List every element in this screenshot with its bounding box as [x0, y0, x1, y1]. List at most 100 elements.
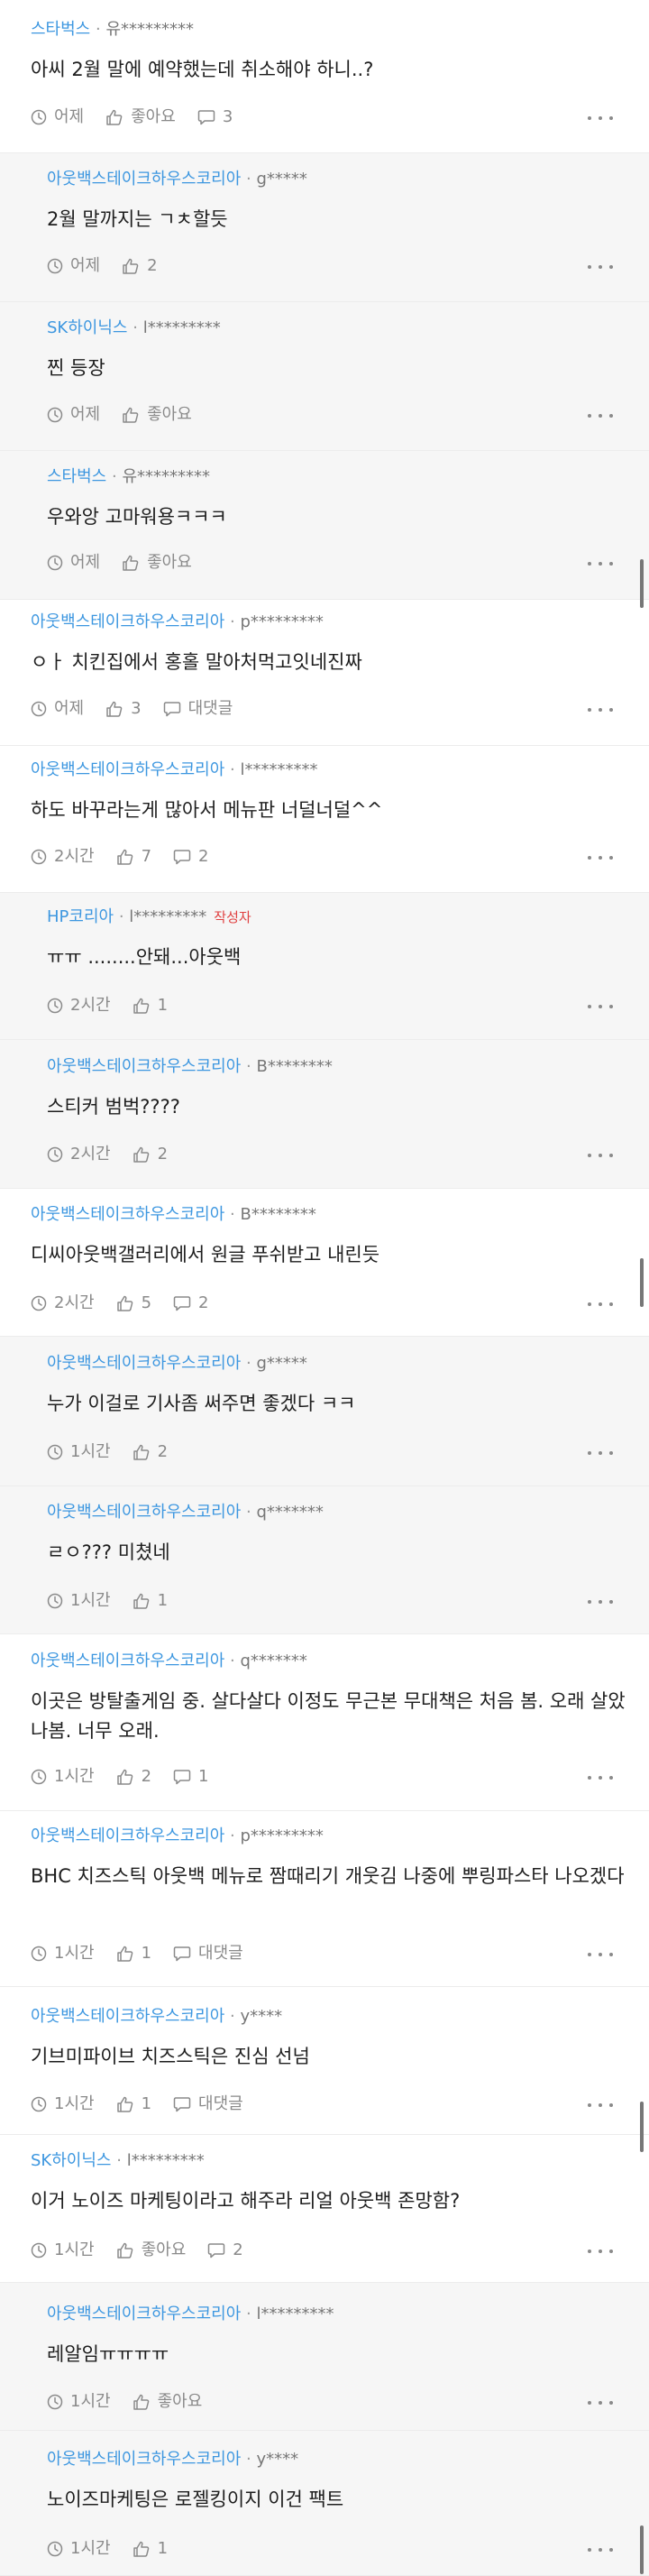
- like-button[interactable]: 2: [133, 1145, 168, 1164]
- company-link[interactable]: 스타벅스: [31, 20, 90, 39]
- speech-bubble-icon: [163, 701, 188, 717]
- comment-header: 아웃백스테이크하우스코리아 · l*********: [31, 760, 318, 780]
- clock-icon: [31, 1769, 54, 1785]
- more-dots-icon[interactable]: [588, 262, 613, 271]
- more-dots-icon[interactable]: [588, 559, 613, 568]
- speech-bubble-icon: [173, 1769, 198, 1785]
- like-button[interactable]: 좋아요: [133, 2392, 202, 2412]
- more-dots-icon[interactable]: [588, 1300, 613, 1309]
- more-dots-icon[interactable]: [588, 1597, 613, 1606]
- more-dots-icon[interactable]: [588, 1449, 613, 1458]
- company-link[interactable]: SK하이닉스: [47, 318, 127, 337]
- more-dots-icon[interactable]: [588, 1151, 613, 1160]
- scrollbar-thumb[interactable]: [640, 2102, 644, 2152]
- company-link[interactable]: HP코리아: [47, 907, 114, 926]
- comment-meta: 1시간 1 대댓글: [31, 2094, 265, 2114]
- company-link[interactable]: 아웃백스테이크하우스코리아: [47, 1354, 241, 1373]
- more-dots-icon[interactable]: [588, 853, 613, 862]
- like-count: 5: [141, 1293, 152, 1312]
- thumbs-up-icon: [122, 407, 147, 423]
- company-link[interactable]: 아웃백스테이크하우스코리아: [31, 760, 224, 779]
- reply-button[interactable]: 대댓글: [173, 2094, 243, 2114]
- like-button[interactable]: 1: [133, 996, 168, 1016]
- comment-item: 아웃백스테이크하우스코리아 · p********* ㅇㅏ 치킨집에서 홍홀 말아…: [0, 600, 649, 746]
- separator: ·: [246, 2305, 251, 2323]
- like-button[interactable]: 좋아요: [116, 2240, 186, 2260]
- comment-text: 이곳은 방탈출게임 중. 살다살다 이정도 무근본 무대책은 처음 봄. 오래 …: [31, 1690, 626, 1742]
- reply-item: 아웃백스테이크하우스코리아 · g***** 누가 이걸로 기사좀 써주면 좋겠다…: [0, 1337, 649, 1486]
- more-dots-icon[interactable]: [588, 2545, 613, 2554]
- scrollbar-thumb[interactable]: [640, 559, 644, 608]
- timestamp: 2시간: [31, 1293, 95, 1313]
- company-link[interactable]: 아웃백스테이크하우스코리아: [31, 612, 224, 631]
- company-link[interactable]: SK하이닉스: [31, 2151, 111, 2170]
- more-dots-icon[interactable]: [588, 114, 613, 123]
- like-button[interactable]: 좋아요: [122, 553, 192, 573]
- like-count: 좋아요: [147, 405, 192, 424]
- company-link[interactable]: 스타벅스: [47, 467, 106, 486]
- like-button[interactable]: 1: [116, 2094, 151, 2114]
- separator: ·: [230, 760, 235, 779]
- company-link[interactable]: 아웃백스테이크하우스코리아: [31, 1651, 224, 1670]
- reply-button[interactable]: 대댓글: [173, 1944, 243, 1964]
- thumbs-up-icon: [116, 1295, 142, 1311]
- company-link[interactable]: 아웃백스테이크하우스코리아: [31, 1826, 224, 1845]
- comment-header: 아웃백스테이크하우스코리아 · B********: [31, 1205, 316, 1225]
- user-id: y****: [240, 2007, 283, 2026]
- comment-header: 아웃백스테이크하우스코리아 · B********: [47, 1057, 333, 1077]
- reply-button[interactable]: 대댓글: [163, 699, 233, 719]
- like-button[interactable]: 2: [122, 256, 158, 276]
- comment-header: 아웃백스테이크하우스코리아 · y****: [31, 2007, 282, 2027]
- separator: ·: [116, 2151, 122, 2170]
- comment-meta: 1시간 2 1: [31, 1767, 230, 1787]
- more-dots-icon[interactable]: [588, 705, 613, 714]
- scrollbar-thumb[interactable]: [640, 1258, 644, 1307]
- more-dots-icon[interactable]: [588, 1002, 613, 1011]
- reply-button[interactable]: 3: [197, 107, 233, 127]
- like-button[interactable]: 좋아요: [122, 405, 192, 425]
- like-button[interactable]: 7: [116, 847, 151, 867]
- like-button[interactable]: 5: [116, 1293, 151, 1313]
- more-dots-icon[interactable]: [588, 1773, 613, 1782]
- like-button[interactable]: 2: [116, 1767, 151, 1787]
- user-id: l*********: [126, 2151, 205, 2170]
- reply-count: 대댓글: [198, 2094, 243, 2113]
- timestamp: 2시간: [47, 996, 111, 1016]
- like-button[interactable]: 3: [105, 699, 142, 719]
- user-id: y****: [256, 2450, 299, 2469]
- reply-button[interactable]: 2: [173, 847, 208, 867]
- company-link[interactable]: 아웃백스테이크하우스코리아: [47, 170, 241, 189]
- company-link[interactable]: 아웃백스테이크하우스코리아: [47, 1057, 241, 1076]
- reply-item: HP코리아 · l********* 작성자 ㅠㅠ ........안돼...아웃백…: [0, 893, 649, 1040]
- scrollbar-thumb[interactable]: [640, 2525, 644, 2574]
- company-link[interactable]: 아웃백스테이크하우스코리아: [31, 1205, 224, 1224]
- reply-button[interactable]: 2: [173, 1293, 208, 1313]
- comment-header: SK하이닉스 · l*********: [31, 2151, 205, 2171]
- more-dots-icon[interactable]: [588, 411, 613, 420]
- company-link[interactable]: 아웃백스테이크하우스코리아: [47, 2450, 241, 2469]
- speech-bubble-icon: [207, 2242, 233, 2259]
- separator: ·: [246, 1503, 251, 1522]
- company-link[interactable]: 아웃백스테이크하우스코리아: [47, 2305, 241, 2323]
- company-link[interactable]: 아웃백스테이크하우스코리아: [47, 1503, 241, 1522]
- company-link[interactable]: 아웃백스테이크하우스코리아: [31, 2007, 224, 2026]
- separator: ·: [111, 467, 117, 486]
- more-dots-icon[interactable]: [588, 2101, 613, 2110]
- like-button[interactable]: 1: [116, 1944, 151, 1964]
- reply-item: 아웃백스테이크하우스코리아 · y**** 노이즈마케팅은 로젤킹이지 이건 팩트…: [0, 2431, 649, 2576]
- like-button[interactable]: 1: [133, 2539, 168, 2559]
- timestamp-text: 어제: [70, 553, 101, 572]
- speech-bubble-icon: [173, 1295, 198, 1311]
- reply-button[interactable]: 2: [207, 2240, 243, 2260]
- reply-button[interactable]: 1: [173, 1767, 208, 1787]
- like-button[interactable]: 좋아요: [105, 107, 176, 127]
- more-dots-icon[interactable]: [588, 1950, 613, 1959]
- like-button[interactable]: 1: [133, 1591, 168, 1611]
- more-dots-icon[interactable]: [588, 2247, 613, 2256]
- comment-item: 스타벅스 · 유********* 아씨 2월 말에 예약했는데 취소해야 하니.…: [0, 0, 649, 153]
- timestamp: 1시간: [47, 2539, 111, 2559]
- comment-meta: 2시간 2: [47, 1145, 189, 1164]
- more-dots-icon[interactable]: [588, 2398, 613, 2407]
- like-button[interactable]: 2: [133, 1442, 168, 1462]
- comment-item: 아웃백스테이크하우스코리아 · B******** 디씨아웃백갤러리에서 원글 푸…: [0, 1189, 649, 1337]
